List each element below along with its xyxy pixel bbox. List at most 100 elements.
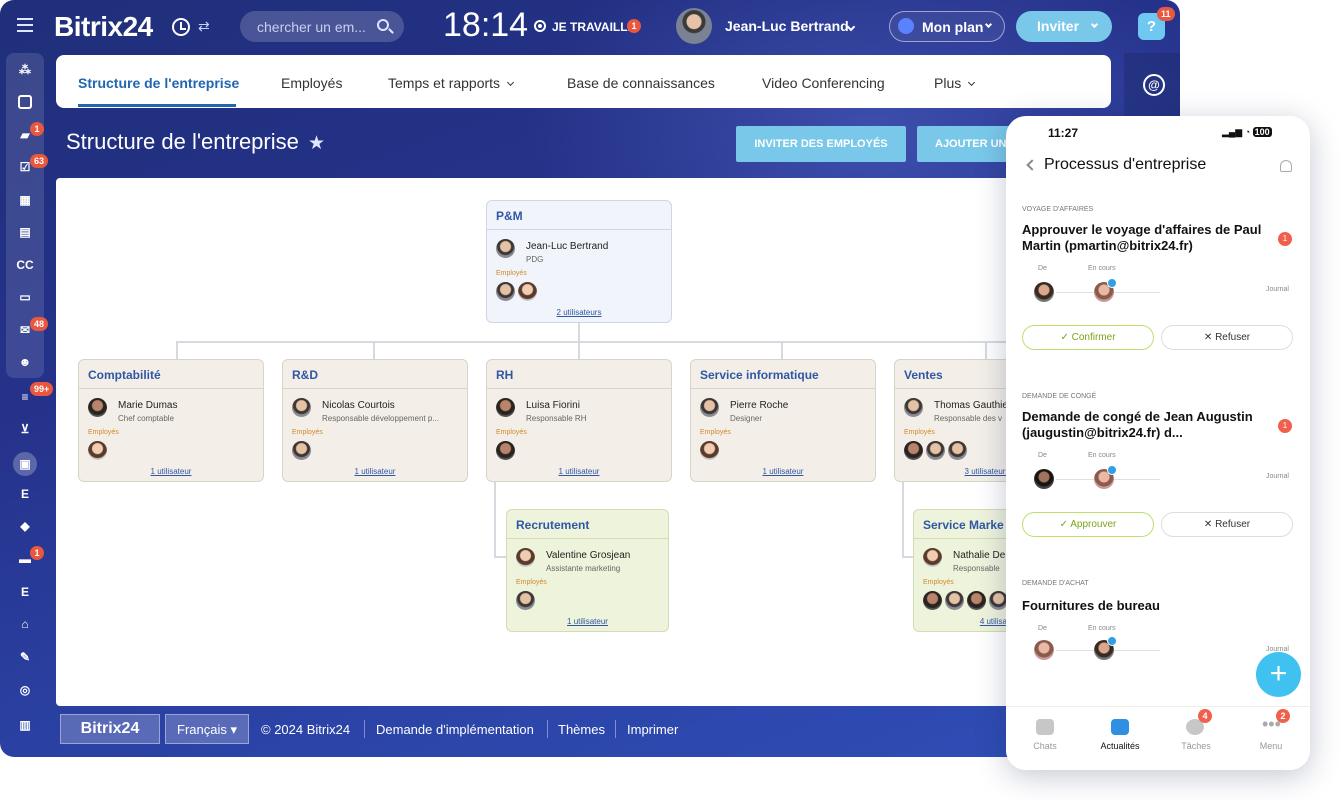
item-title[interactable]: Approuver le voyage d'affaires de Paul M…: [1022, 222, 1272, 254]
avatar[interactable]: [700, 398, 719, 417]
sign-icon[interactable]: ✎: [16, 648, 34, 666]
avatar[interactable]: [292, 441, 311, 460]
sidebar-item-cc[interactable]: CC: [16, 256, 34, 274]
org-card-it[interactable]: Service informatique Pierre Roche Design…: [690, 359, 876, 482]
tab-video-conferencing[interactable]: Video Conferencing: [762, 75, 885, 91]
target-icon[interactable]: ◎: [16, 681, 34, 699]
tab-knowledge-base[interactable]: Base de connaissances: [567, 75, 715, 91]
avatar[interactable]: [923, 548, 942, 567]
calendar-icon[interactable]: ▦: [16, 191, 34, 209]
avatar[interactable]: [1034, 640, 1054, 660]
network-icon[interactable]: ⁂: [16, 61, 34, 79]
org-card-root[interactable]: P&M Jean-Luc Bertrand PDG Employés 2 uti…: [486, 200, 672, 323]
avatar[interactable]: [496, 441, 515, 460]
avatar[interactable]: [292, 398, 311, 417]
approve-button[interactable]: ✓ Approuver: [1022, 512, 1154, 537]
dept-name[interactable]: R&D: [283, 360, 467, 389]
journal-label[interactable]: Journal: [1266, 473, 1289, 480]
dept-name[interactable]: P&M: [487, 201, 671, 230]
org-card-recrutement[interactable]: Recrutement Valentine Grosjean Assistant…: [506, 509, 669, 632]
feed-icon[interactable]: [16, 93, 34, 111]
avatar[interactable]: [518, 282, 537, 301]
sidebar-item-e2[interactable]: E: [16, 583, 34, 601]
nav-menu[interactable]: Menu: [1241, 741, 1301, 751]
language-select[interactable]: Français ▾: [165, 714, 249, 744]
refuse-button[interactable]: ✕ Refuser: [1161, 325, 1293, 350]
tab-time-reports[interactable]: Temps et rapports: [388, 75, 515, 91]
logo[interactable]: Bitrix24: [54, 11, 153, 43]
invite-employees-button[interactable]: INVITER DES EMPLOYÉS: [736, 126, 906, 162]
avatar[interactable]: [945, 591, 964, 610]
nav-news[interactable]: Actualités: [1090, 741, 1150, 751]
dept-name[interactable]: Service informatique: [691, 360, 875, 389]
work-status-icon[interactable]: [534, 20, 546, 32]
item-title[interactable]: Fournitures de bureau: [1022, 598, 1272, 614]
avatar[interactable]: [926, 441, 945, 460]
org-card-comptabilite[interactable]: Comptabilité Marie Dumas Chef comptable …: [78, 359, 264, 482]
news-icon[interactable]: [1111, 719, 1129, 735]
nav-chats[interactable]: Chats: [1015, 741, 1075, 751]
implementation-link[interactable]: Demande d'implémentation: [376, 722, 534, 737]
chats-icon[interactable]: [1036, 719, 1054, 735]
avatar[interactable]: [88, 398, 107, 417]
dept-name[interactable]: RH: [487, 360, 671, 389]
print-link[interactable]: Imprimer: [627, 722, 678, 737]
avatar[interactable]: [516, 548, 535, 567]
copilot-icon[interactable]: @: [1143, 74, 1165, 96]
avatar[interactable]: [496, 282, 515, 301]
more-icon[interactable]: •••: [1262, 715, 1281, 735]
nav-tasks[interactable]: Tâches: [1166, 741, 1226, 751]
avatar[interactable]: [904, 441, 923, 460]
bank-icon[interactable]: ⌂: [16, 615, 34, 633]
avatar[interactable]: [967, 591, 986, 610]
users-link[interactable]: 1 utilisateur: [507, 617, 668, 626]
search-icon[interactable]: [377, 19, 389, 31]
dept-name[interactable]: Comptabilité: [79, 360, 263, 389]
users-link[interactable]: 1 utilisateur: [283, 467, 467, 476]
users-link[interactable]: 1 utilisateur: [691, 467, 875, 476]
avatar[interactable]: [1034, 282, 1054, 302]
themes-link[interactable]: Thèmes: [558, 722, 605, 737]
clock-icon[interactable]: [172, 18, 190, 36]
item-title[interactable]: Demande de congé de Jean Augustin (jaugu…: [1022, 409, 1272, 441]
tab-more[interactable]: Plus: [934, 75, 976, 91]
tab-employees[interactable]: Employés: [281, 75, 342, 91]
avatar[interactable]: [88, 441, 107, 460]
avatar[interactable]: [496, 239, 515, 258]
avatar[interactable]: [700, 441, 719, 460]
users-link[interactable]: 1 utilisateur: [487, 467, 671, 476]
user-avatar[interactable]: [676, 8, 712, 44]
settings-icon[interactable]: ⇄: [198, 18, 210, 35]
drive-icon[interactable]: ▭: [16, 288, 34, 306]
sidebar-item-e1[interactable]: E: [16, 485, 34, 503]
avatar[interactable]: [1034, 469, 1054, 489]
users-icon[interactable]: ☻: [16, 353, 34, 371]
confirm-button[interactable]: ✓ Confirmer: [1022, 325, 1154, 350]
add-button[interactable]: +: [1256, 652, 1301, 697]
users-link[interactable]: 2 utilisateurs: [487, 308, 671, 317]
footer-logo[interactable]: Bitrix24: [60, 714, 160, 744]
analytics-icon[interactable]: ▥: [16, 716, 34, 734]
users-link[interactable]: 1 utilisateur: [79, 467, 263, 476]
org-card-rd[interactable]: R&D Nicolas Courtois Responsable dévelop…: [282, 359, 468, 482]
bell-icon[interactable]: [1280, 160, 1292, 172]
user-name[interactable]: Jean-Luc Bertrand: [725, 18, 849, 34]
org-card-rh[interactable]: RH Luisa Fiorini Responsable RH Employés…: [486, 359, 672, 482]
company-icon[interactable]: ▣: [13, 452, 37, 476]
avatar[interactable]: [496, 398, 515, 417]
dept-name[interactable]: Recrutement: [507, 510, 668, 539]
tab-structure[interactable]: Structure de l'entreprise: [78, 75, 239, 91]
back-icon[interactable]: [1026, 159, 1038, 171]
refuse-button[interactable]: ✕ Refuser: [1161, 512, 1293, 537]
work-status[interactable]: JE TRAVAILLE: [552, 20, 636, 34]
avatar[interactable]: [904, 398, 923, 417]
avatar[interactable]: [923, 591, 942, 610]
avatar[interactable]: [948, 441, 967, 460]
avatar[interactable]: [516, 591, 535, 610]
box-icon[interactable]: ◆: [16, 517, 34, 535]
journal-label[interactable]: Journal: [1266, 286, 1289, 293]
star-icon[interactable]: ★: [308, 132, 325, 155]
invite-button[interactable]: Inviter: [1016, 11, 1112, 42]
menu-icon[interactable]: [17, 18, 33, 32]
document-icon[interactable]: ▤: [16, 223, 34, 241]
